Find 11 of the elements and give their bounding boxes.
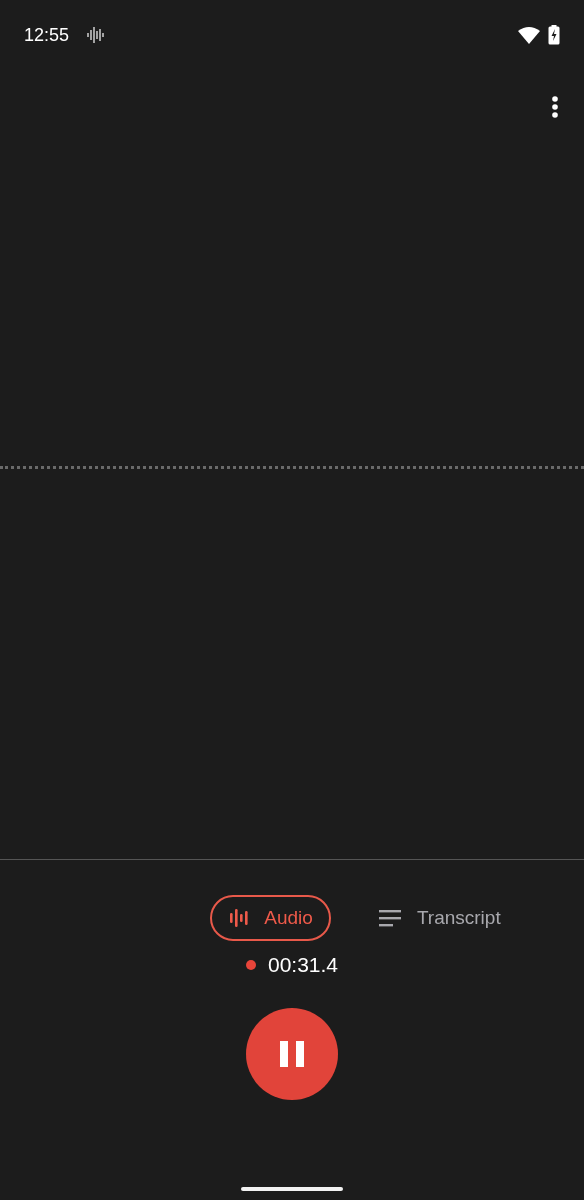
wifi-icon — [518, 26, 540, 44]
more-options-icon[interactable] — [552, 96, 558, 118]
lines-icon — [378, 909, 403, 927]
battery-icon — [548, 25, 560, 45]
elapsed-time: 00:31.4 — [267, 953, 339, 977]
pause-icon — [280, 1041, 304, 1067]
view-tab[interactable]: Audio — [210, 895, 331, 941]
sound-wave-icon — [87, 26, 105, 44]
view-tab[interactable]: Transcript — [360, 895, 519, 941]
waveform-icon — [228, 907, 251, 929]
clock: 12:55 — [24, 24, 70, 46]
